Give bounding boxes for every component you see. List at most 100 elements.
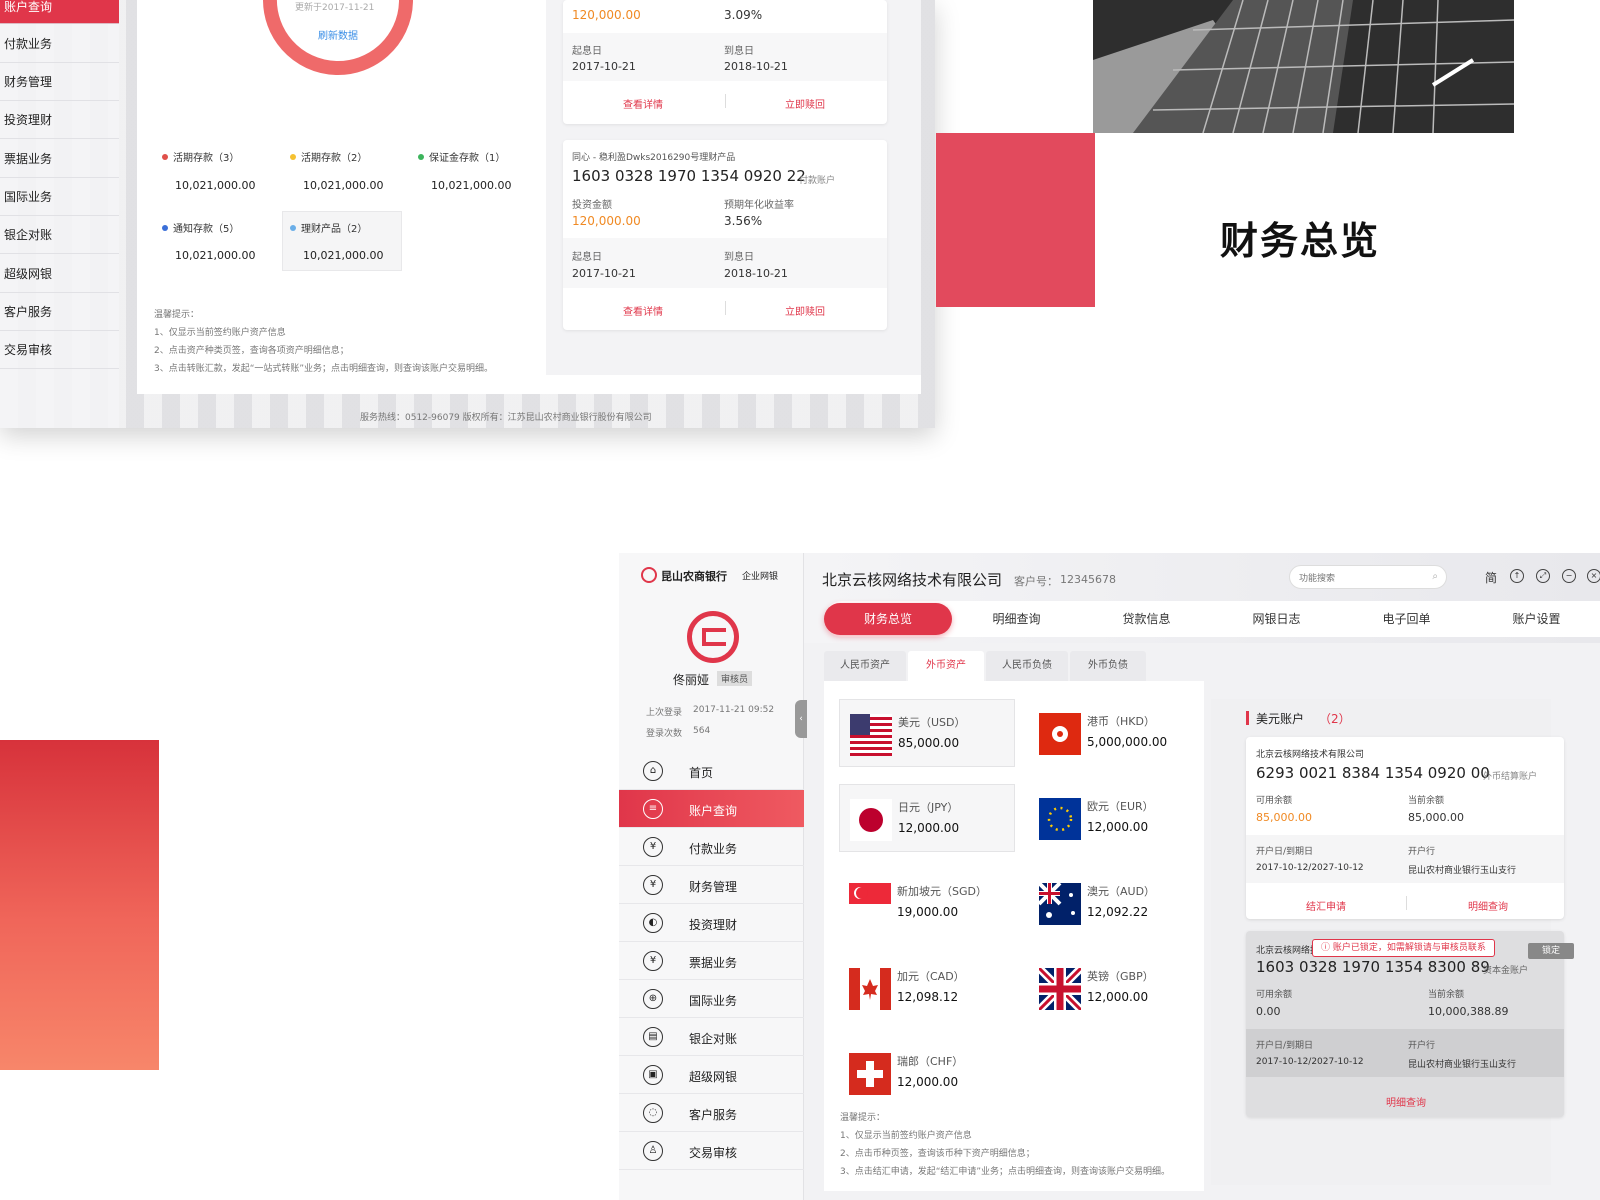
document-icon: ▤: [643, 1027, 663, 1047]
top-sidebar-item[interactable]: 票据业务: [0, 140, 119, 178]
top-sidebar-item[interactable]: 财务管理: [0, 63, 119, 101]
redeem-link[interactable]: 立即赎回: [785, 303, 825, 318]
payment-icon: ¥: [643, 837, 663, 857]
nav-item-transaction-review[interactable]: ♙ 交易审核: [619, 1132, 804, 1170]
open-bank: 昆山农村商业银行玉山支行: [1408, 866, 1517, 876]
ca-flag-icon: [849, 968, 891, 1010]
currency-tile-hkd[interactable]: 港币（HKD） 5,000,000.00: [1029, 699, 1205, 767]
redeem-link[interactable]: 立即赎回: [785, 96, 825, 111]
detail-query-link[interactable]: 明细查询: [1468, 898, 1508, 913]
bank-emblem-icon: [687, 611, 739, 663]
nav-item-bills[interactable]: ¥ 票据业务: [619, 942, 804, 980]
avail-balance: 85,000.00: [1256, 811, 1312, 824]
nav-item-finance[interactable]: ¥ 财务管理: [619, 866, 804, 904]
currency-tile-eur[interactable]: 欧元（EUR） 12,000.00: [1029, 784, 1205, 852]
tab-e-receipt[interactable]: 电子回单: [1344, 603, 1469, 635]
avail-balance: 0.00: [1256, 1005, 1281, 1018]
tab-detail-query[interactable]: 明细查询: [954, 603, 1079, 635]
last-login-label: 上次登录: [646, 708, 683, 718]
currency-tile-sgd[interactable]: 新加坡元（SGD） 19,000.00: [839, 869, 1015, 937]
tab-ebank-log[interactable]: 网银日志: [1214, 603, 1339, 635]
nav-item-home[interactable]: ⌂ 首页: [619, 752, 804, 790]
currency-amount: 19,000.00: [897, 905, 959, 919]
expected-rate: 3.56%: [724, 214, 763, 228]
subtab-fx-assets[interactable]: 外币资产: [908, 651, 984, 681]
bank-logo-icon: [641, 567, 657, 583]
section-title: 财务总览: [1220, 219, 1381, 263]
simplified-chinese-button[interactable]: 简: [1485, 569, 1497, 586]
nav-item-international[interactable]: ⊕ 国际业务: [619, 980, 804, 1018]
card-icon: ▣: [643, 1065, 663, 1085]
open-dates: 2017-10-12/2027-10-12: [1256, 863, 1364, 873]
tips-line: 2、点击资产种类页签，查询各项资产明细信息；: [154, 346, 349, 356]
nav-item-account-query[interactable]: ≡ 账户查询: [619, 790, 804, 828]
nav-item-reconciliation[interactable]: ▤ 银企对账: [619, 1018, 804, 1056]
nav-item-super-ebank[interactable]: ▣ 超级网银: [619, 1056, 804, 1094]
top-sidebar-item[interactable]: 客户服务: [0, 293, 119, 331]
search-input[interactable]: [1299, 569, 1419, 589]
tips-line: 1、仅显示当前签约账户资产信息: [154, 328, 286, 338]
fullscreen-icon[interactable]: ⤢: [1536, 569, 1550, 583]
account-company: 北京云核网络技术有限公司: [1256, 750, 1365, 760]
bottom-screenshot: 昆山农商银行 企业网银 佟丽娅 审核员 上次登录 2017-11-21 09:5…: [619, 553, 1600, 1200]
currency-name: 加元（CAD）: [897, 970, 965, 983]
product-card: 同心 - 稳利盈Dwks2016290号理财产品 1603 0328 1970 …: [563, 140, 887, 330]
sg-flag-icon: [849, 883, 891, 925]
currency-tile-chf[interactable]: 瑞郎（CHF） 12,000.00: [839, 1039, 1015, 1107]
search-box[interactable]: ⌕: [1289, 565, 1447, 589]
subtab-rmb-assets[interactable]: 人民币资产: [824, 651, 906, 681]
end-date: 2018-10-21: [724, 267, 788, 280]
currency-tile-aud[interactable]: 澳元（AUD） 12,092.22: [1029, 869, 1205, 937]
currency-amount: 12,000.00: [1087, 990, 1149, 1004]
top-sidebar-item[interactable]: 超级网银: [0, 255, 119, 293]
detail-query-link[interactable]: 明细查询: [1386, 1094, 1426, 1109]
nav-item-investment[interactable]: ◐ 投资理财: [619, 904, 804, 942]
account-query-icon: ≡: [643, 799, 663, 819]
top-sidebar-item[interactable]: 交易审核: [0, 331, 119, 369]
subtab-fx-liabilities[interactable]: 外币负债: [1070, 651, 1146, 681]
account-number: 1603 0328 1970 1354 8300 89: [1256, 958, 1490, 976]
fx-settlement-link[interactable]: 结汇申请: [1306, 898, 1346, 913]
currency-amount: 12,000.00: [897, 1075, 959, 1089]
customer-number: 12345678: [1060, 573, 1116, 586]
subtab-rmb-liabilities[interactable]: 人民币负债: [986, 651, 1068, 681]
top-sidebar-item[interactable]: 账户查询: [0, 0, 119, 24]
minimize-icon[interactable]: −: [1562, 569, 1576, 583]
currency-name: 日元（JPY）: [898, 801, 959, 814]
start-date: 2017-10-21: [572, 267, 636, 280]
tab-overview[interactable]: 财务总览: [824, 603, 952, 635]
sidebar: 昆山农商银行 企业网银 佟丽娅 审核员 上次登录 2017-11-21 09:5…: [619, 553, 807, 1200]
currency-amount: 85,000.00: [898, 736, 960, 750]
account-type: 付款账户: [799, 176, 836, 186]
currency-tile-jpy[interactable]: 日元（JPY） 12,000.00: [839, 784, 1015, 852]
collapse-sidebar-button[interactable]: ‹: [795, 700, 807, 738]
nav-item-payment[interactable]: ¥ 付款业务: [619, 828, 804, 866]
currency-name: 美元（USD）: [898, 716, 966, 729]
tips-title: 温馨提示：: [840, 1113, 886, 1123]
tab-account-settings[interactable]: 账户设置: [1474, 603, 1599, 635]
top-sidebar-item[interactable]: 银企对账: [0, 216, 119, 254]
legend-value: 10,021,000.00: [303, 249, 384, 262]
search-icon[interactable]: ⌕: [1432, 571, 1438, 582]
jp-flag-icon: [850, 799, 892, 841]
currency-amount: 5,000,000.00: [1087, 735, 1168, 749]
globe-icon: ⊕: [643, 989, 663, 1009]
upload-icon[interactable]: ↑: [1510, 569, 1524, 583]
view-detail-link[interactable]: 查看详情: [623, 303, 663, 318]
view-detail-link[interactable]: 查看详情: [623, 96, 663, 111]
open-bank: 昆山农村商业银行玉山支行: [1408, 1060, 1517, 1070]
refresh-link[interactable]: 刷新数据: [318, 27, 358, 42]
currency-tile-cad[interactable]: 加元（CAD） 12,098.12: [839, 954, 1015, 1022]
tab-loan-info[interactable]: 贷款信息: [1084, 603, 1209, 635]
close-icon[interactable]: ×: [1587, 569, 1600, 583]
hk-flag-icon: [1039, 713, 1081, 755]
currency-tile-usd[interactable]: 美元（USD） 85,000.00: [839, 699, 1015, 767]
currency-amount: 12,000.00: [1087, 820, 1149, 834]
bank-label: 开户行: [1408, 1041, 1436, 1051]
top-sidebar-item[interactable]: 付款业务: [0, 25, 119, 63]
currency-name: 港币（HKD）: [1087, 715, 1155, 728]
top-sidebar-item[interactable]: 国际业务: [0, 178, 119, 216]
top-sidebar-item[interactable]: 投资理财: [0, 101, 119, 139]
currency-tile-gbp[interactable]: 英镑（GBP） 12,000.00: [1029, 954, 1205, 1022]
nav-item-customer-service[interactable]: ◌ 客户服务: [619, 1094, 804, 1132]
